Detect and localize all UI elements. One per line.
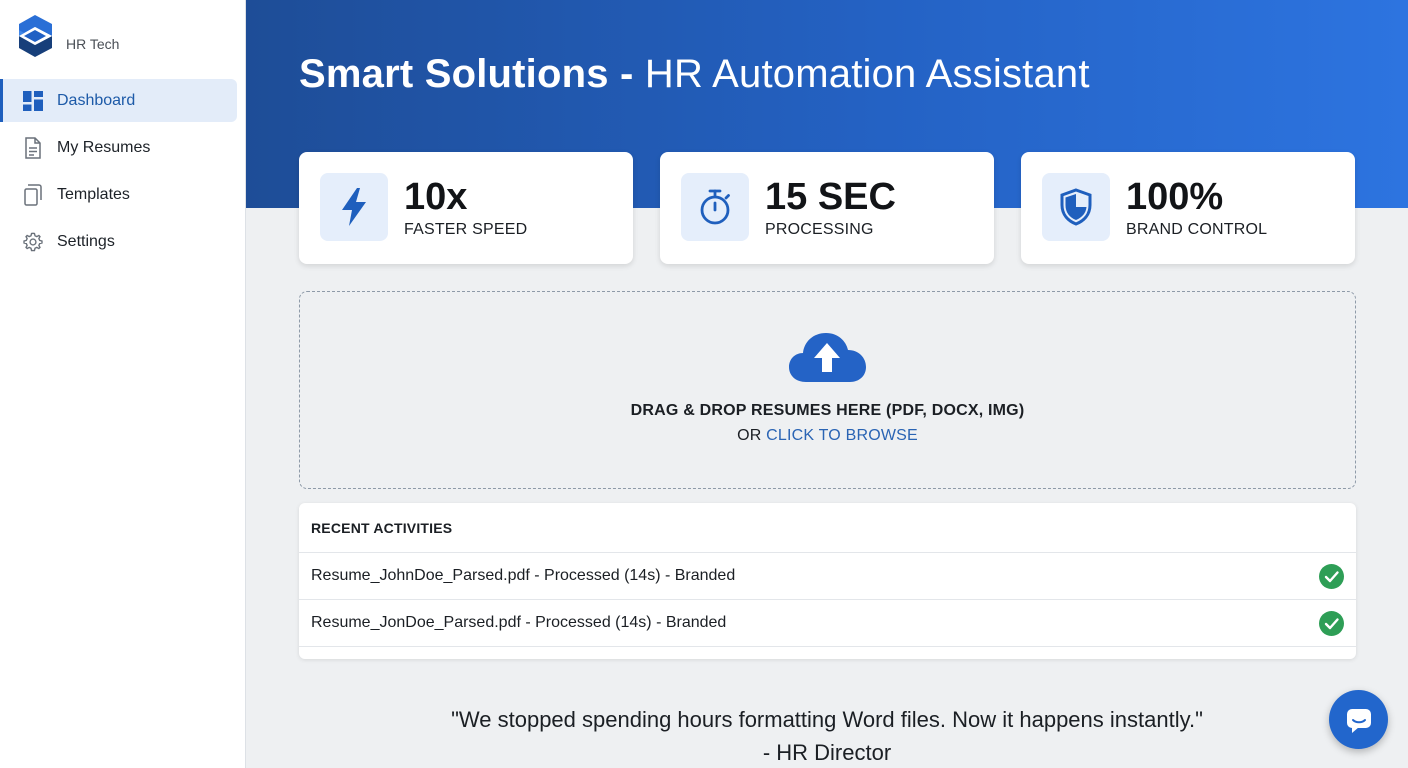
logo-icon (19, 15, 52, 57)
app: HR Tech Dashboard My Resumes Templates S… (0, 0, 1408, 768)
gear-icon (22, 231, 44, 253)
stat-card-brand-control: 100% BRAND CONTROL (1021, 152, 1355, 264)
chat-icon (1346, 708, 1371, 733)
recent-activities-panel: RECENT ACTIVITIES Resume_JohnDoe_Parsed.… (299, 503, 1356, 659)
brand[interactable]: HR Tech (16, 14, 119, 58)
sidebar-item-label: Templates (57, 185, 130, 203)
testimonial-quote: "We stopped spending hours formatting Wo… (451, 707, 1203, 732)
sidebar-item-settings[interactable]: Settings (0, 220, 237, 263)
sidebar-item-label: Dashboard (57, 91, 136, 109)
stat-label: BRAND CONTROL (1126, 221, 1268, 238)
stat-value: 10x (404, 176, 468, 218)
shield-icon (1042, 173, 1110, 241)
browse-link[interactable]: CLICK TO BROWSE (766, 427, 918, 444)
check-circle-icon (1319, 564, 1344, 589)
stat-value: 15 SEC (765, 176, 896, 218)
testimonial-author: - HR Director (762, 740, 892, 765)
stat-card-processing: 15 SEC PROCESSING (660, 152, 994, 264)
dropzone-text: DRAG & DROP RESUMES HERE (PDF, DOCX, IMG… (630, 402, 1025, 419)
sidebar: HR Tech Dashboard My Resumes Templates S… (0, 0, 246, 768)
sidebar-item-label: My Resumes (57, 138, 151, 156)
sidebar-nav: Dashboard My Resumes Templates Settings (0, 79, 246, 267)
stopwatch-icon (681, 173, 749, 241)
document-icon (22, 136, 44, 159)
title-bold: Smart Solutions (299, 52, 609, 96)
sidebar-item-dashboard[interactable]: Dashboard (0, 79, 237, 122)
sidebar-item-my-resumes[interactable]: My Resumes (0, 126, 237, 169)
activity-text: Resume_JonDoe_Parsed.pdf - Processed (14… (311, 614, 727, 631)
activity-row[interactable]: Resume_JohnDoe_Parsed.pdf - Processed (1… (299, 553, 1356, 600)
activities-title: RECENT ACTIVITIES (299, 503, 1356, 553)
stat-label: PROCESSING (765, 221, 874, 238)
activity-text: Resume_JohnDoe_Parsed.pdf - Processed (1… (311, 567, 736, 584)
stat-card-speed: 10x FASTER SPEED (299, 152, 633, 264)
check-circle-icon (1319, 611, 1344, 636)
sidebar-item-label: Settings (57, 232, 115, 250)
resume-dropzone[interactable]: DRAG & DROP RESUMES HERE (PDF, DOCX, IMG… (299, 291, 1356, 489)
page-title: Smart Solutions - HR Automation Assistan… (299, 52, 1090, 97)
copy-icon (22, 183, 44, 206)
title-rest: HR Automation Assistant (644, 52, 1090, 96)
stat-value: 100% (1126, 176, 1224, 218)
title-separator: - (608, 52, 645, 96)
activity-row[interactable]: Resume_JonDoe_Parsed.pdf - Processed (14… (299, 600, 1356, 647)
dashboard-icon (22, 90, 44, 112)
cloud-upload-icon (789, 333, 866, 382)
dropzone-or: OR (737, 427, 767, 444)
dropzone-subtext: OR CLICK TO BROWSE (300, 427, 1355, 445)
sidebar-item-templates[interactable]: Templates (0, 173, 237, 216)
brand-name: HR Tech (66, 36, 120, 52)
stat-label: FASTER SPEED (404, 221, 528, 238)
chat-button[interactable] (1329, 690, 1388, 749)
lightning-icon (320, 173, 388, 241)
